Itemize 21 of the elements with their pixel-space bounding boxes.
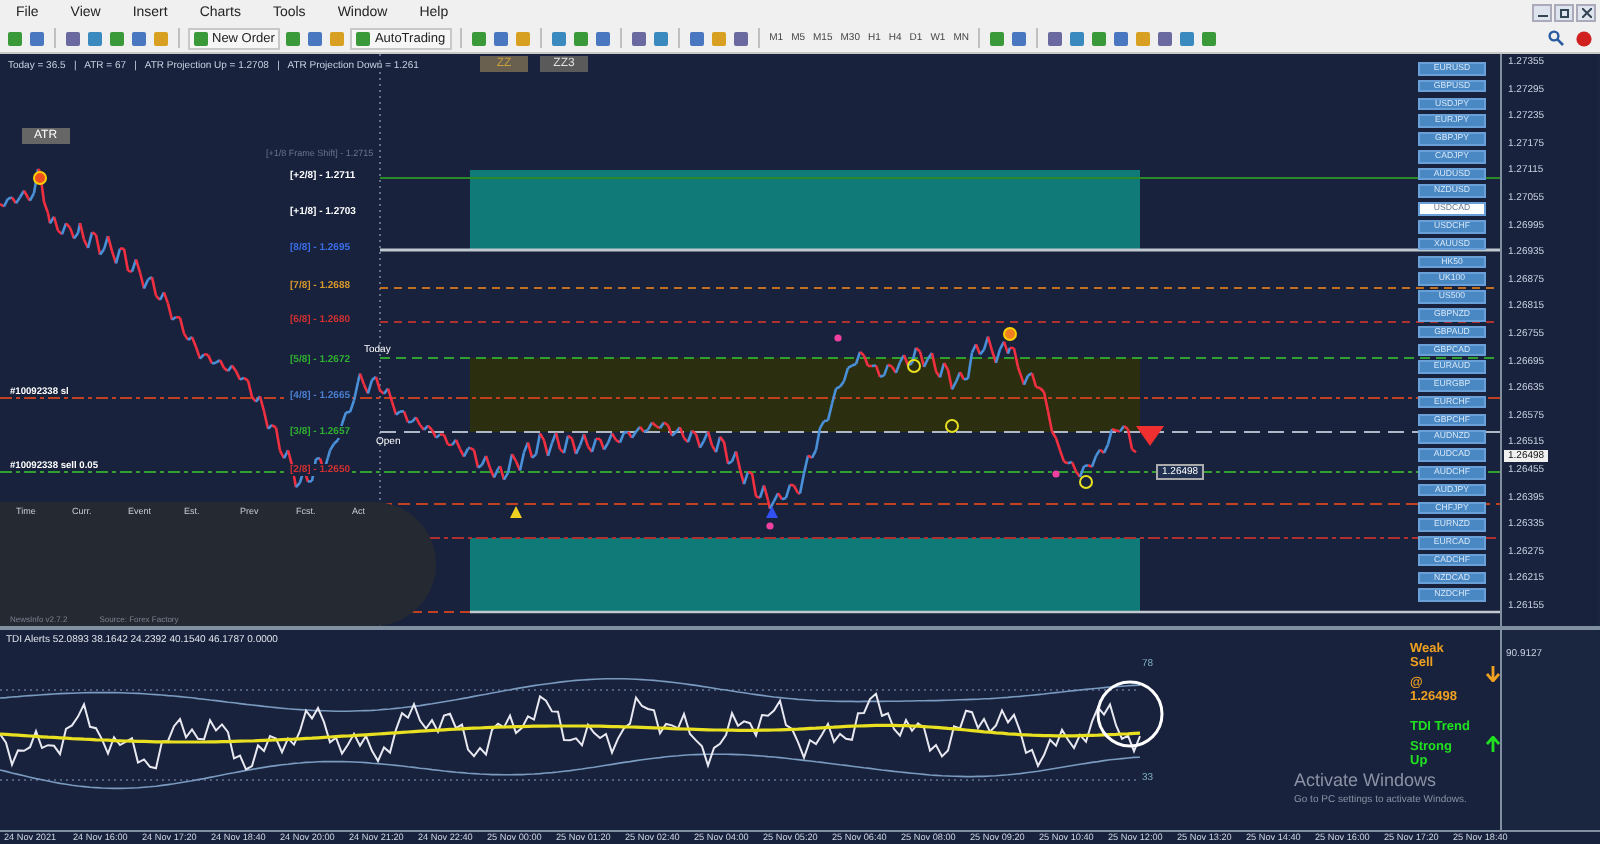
up-arrow-icon (510, 506, 522, 518)
minimize-button[interactable] (1532, 3, 1552, 21)
up-arrow-icon (766, 506, 778, 518)
ring-marker (907, 359, 921, 373)
highlight-circle (1096, 680, 1164, 748)
up-arrow-icon (1486, 736, 1500, 752)
square-icon (194, 31, 208, 45)
square-icon (356, 31, 371, 45)
ring-marker (1079, 475, 1093, 489)
search-icon[interactable] (1548, 29, 1564, 45)
down-triangle-icon (1136, 426, 1164, 446)
ring-marker (945, 419, 959, 433)
down-arrow-icon (1486, 665, 1500, 681)
notification-icon[interactable] (1576, 29, 1592, 47)
activation-title: Activate Windows (1294, 770, 1439, 790)
marker-dot (1003, 327, 1017, 341)
restore-icon (1559, 7, 1569, 17)
restore-button[interactable] (1554, 3, 1574, 21)
close-icon (1581, 7, 1591, 17)
marker-dot (33, 171, 47, 185)
close-button[interactable] (1576, 3, 1596, 21)
